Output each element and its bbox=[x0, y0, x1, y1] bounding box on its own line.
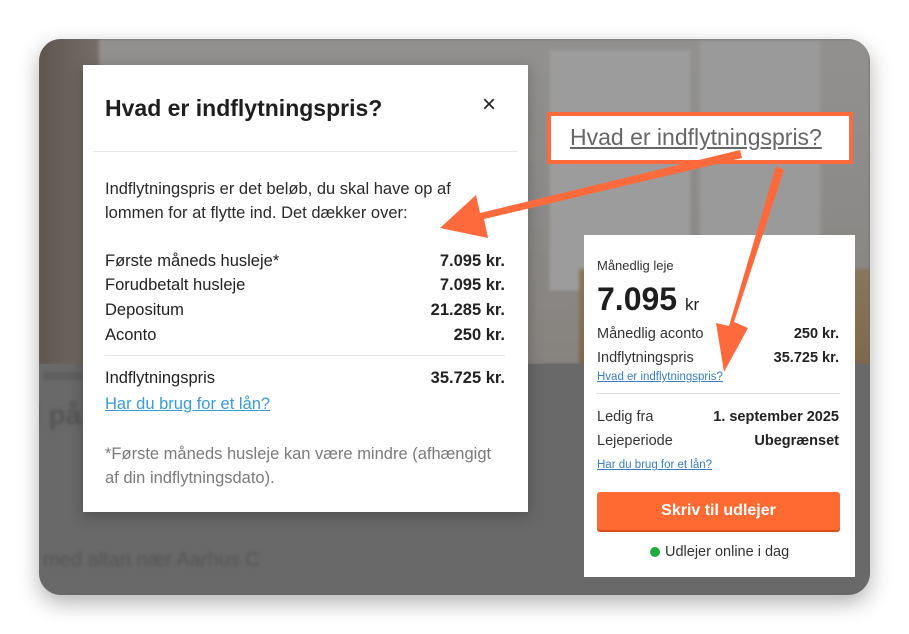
price-card: Månedlig leje 7.095 kr Månedlig aconto 2… bbox=[584, 235, 855, 577]
loan-link[interactable]: Har du brug for et lån? bbox=[105, 395, 270, 414]
cost-row: Forudbetalt husleje 7.095 kr. bbox=[105, 276, 505, 300]
total-label: Indflytningspris bbox=[105, 369, 216, 387]
movein-price-value: 35.725 kr. bbox=[773, 350, 839, 366]
close-icon[interactable]: × bbox=[477, 93, 501, 117]
movein-price-label: Indflytningspris bbox=[597, 350, 694, 366]
cost-row-label: Første måneds husleje* bbox=[105, 252, 280, 270]
monthly-rent-value: 7.095 bbox=[597, 281, 678, 317]
cost-row: Første måneds husleje* 7.095 kr. bbox=[105, 252, 505, 276]
total-value: 35.725 kr. bbox=[430, 369, 505, 387]
online-status-dot bbox=[650, 547, 660, 557]
cost-row-value: 7.095 kr. bbox=[439, 252, 505, 270]
aconto-value: 250 kr. bbox=[793, 326, 839, 342]
cost-row: Aconto 250 kr. bbox=[105, 326, 505, 350]
cost-row-label: Forudbetalt husleje bbox=[105, 276, 246, 294]
modal-intro-text: Indflytningspris er det beløb, du skal h… bbox=[105, 180, 451, 222]
cost-row-value: 7.095 kr. bbox=[439, 276, 505, 294]
cost-row-label: Depositum bbox=[105, 301, 184, 319]
total-row: Indflytningspris 35.725 kr. bbox=[105, 369, 505, 393]
movein-price-link[interactable]: Hvad er indflytningspris? bbox=[597, 371, 723, 383]
card-divider bbox=[596, 393, 840, 394]
modal-divider bbox=[93, 151, 518, 152]
aconto-label: Månedlig aconto bbox=[597, 326, 704, 342]
available-from-label: Ledig fra bbox=[597, 409, 654, 425]
monthly-rent-label: Månedlig leje bbox=[597, 258, 674, 273]
monthly-rent-unit: kr bbox=[685, 295, 700, 314]
landlord-online-status: Udlejer online i dag bbox=[665, 544, 790, 560]
cost-row: Depositum 21.285 kr. bbox=[105, 301, 505, 325]
total-divider bbox=[105, 355, 505, 356]
contact-landlord-button[interactable]: Skriv til udlejer bbox=[597, 492, 840, 530]
card-loan-link[interactable]: Har du brug for et lån? bbox=[597, 459, 712, 471]
cost-row-label: Aconto bbox=[105, 326, 157, 344]
cost-row-value: 250 kr. bbox=[453, 326, 505, 344]
movein-price-link-highlight[interactable]: Hvad er indflytningspris? bbox=[570, 124, 822, 151]
rental-period-value: Ubegrænset bbox=[754, 433, 839, 449]
modal-footnote: *Første måneds husleje kan være mindre (… bbox=[105, 445, 492, 487]
available-from-value: 1. september 2025 bbox=[713, 409, 839, 425]
modal-title: Hvad er indflytningspris? bbox=[105, 95, 383, 121]
rental-period-label: Lejeperiode bbox=[597, 433, 673, 449]
movein-price-modal: Hvad er indflytningspris? × Indflytnings… bbox=[83, 65, 528, 512]
cost-row-value: 21.285 kr. bbox=[430, 301, 505, 319]
